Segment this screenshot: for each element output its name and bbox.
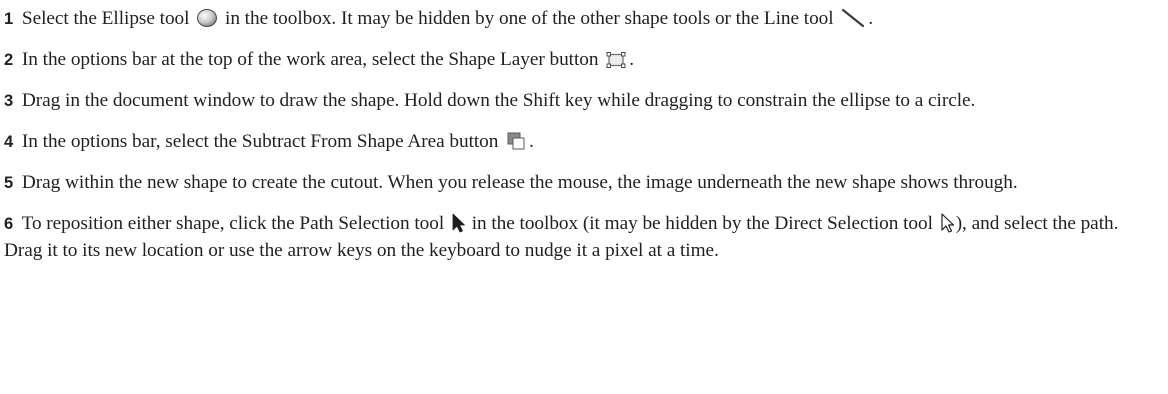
step-text: . [529,131,534,152]
step-text: In the options bar at the top of the wor… [21,49,599,70]
step-number: 6 [4,215,14,233]
step-text: in the toolbox. It may be hidden by one … [225,8,834,29]
step-4: 4 In the options bar, select the Subtrac… [4,129,1160,156]
step-number: 5 [4,174,14,192]
ellipse-tool-icon [196,8,218,28]
direct-selection-tool-icon [940,213,954,233]
step-text: To reposition either shape, click the Pa… [21,213,445,234]
step-6: 6 To reposition either shape, click the … [4,211,1160,264]
step-text: In the options bar, select the Subtract … [21,131,499,152]
step-text: . [629,49,635,70]
instruction-steps: 1 Select the Ellipse tool in the toolbox… [4,6,1160,279]
step-text: in the toolbox (it may be hidden by the … [471,213,933,234]
step-text: Drag in the document window to draw the … [21,90,976,111]
step-5: 5 Drag within the new shape to create th… [4,170,1160,197]
path-selection-tool-icon [451,213,465,233]
step-3: 3 Drag in the document window to draw th… [4,88,1160,115]
subtract-from-shape-area-icon [505,131,527,151]
step-2: 2 In the options bar at the top of the w… [4,47,1160,74]
shape-layer-button-icon [605,51,627,69]
step-number: 1 [4,10,14,28]
step-number: 2 [4,51,14,69]
step-text: Drag within the new shape to create the … [21,172,1018,193]
step-number: 4 [4,133,14,151]
line-tool-icon [840,8,866,28]
step-text: . [868,8,874,29]
step-1: 1 Select the Ellipse tool in the toolbox… [4,6,1160,33]
step-number: 3 [4,92,14,110]
step-text: Select the Ellipse tool [21,8,190,29]
